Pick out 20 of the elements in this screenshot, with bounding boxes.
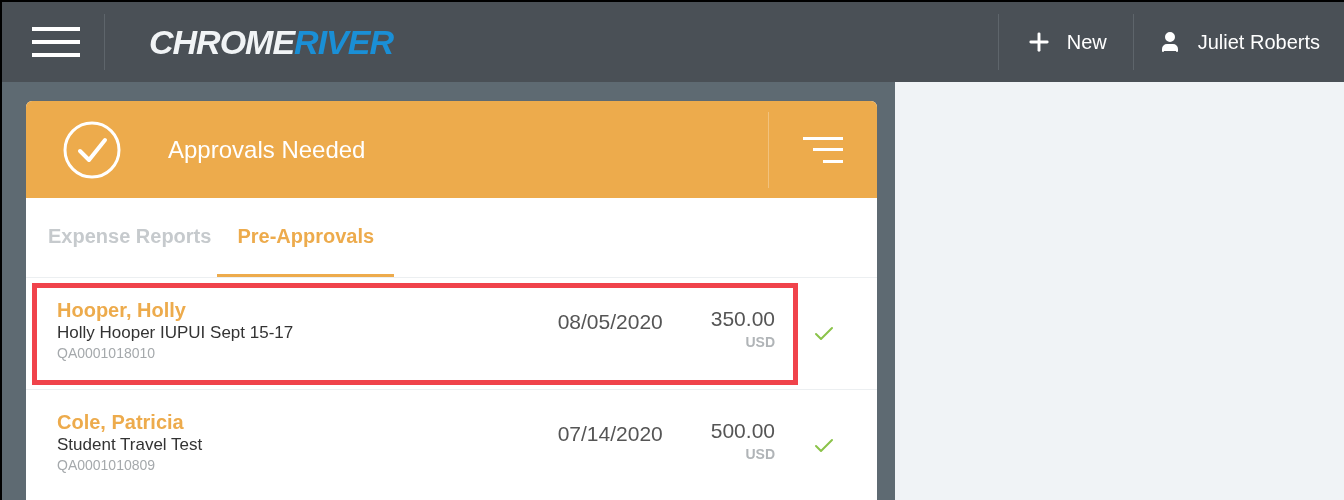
report-description: Student Travel Test: [57, 433, 204, 456]
currency: USD: [745, 444, 775, 464]
menu-icon[interactable]: [32, 24, 80, 60]
panel-title: Approvals Needed: [168, 134, 366, 165]
approval-row[interactable]: Hooper, Holly Holly Hooper IUPUI Sept 15-17 QA0001018010 08/05/2020 350.00 USD: [32, 282, 798, 385]
amount: 500.00: [710, 417, 775, 444]
logo: CHROMERIVER: [149, 25, 394, 59]
new-button[interactable]: New: [998, 27, 1133, 57]
amount: 350.00: [710, 305, 775, 332]
report-id: QA0001010809: [57, 455, 157, 474]
user-menu[interactable]: Juliet Roberts: [1133, 27, 1344, 57]
report-date: 08/05/2020: [557, 308, 663, 335]
employee-name: Hooper, Holly: [57, 297, 187, 322]
report-description: Holly Hooper IUPUI Sept 15-17: [57, 321, 295, 344]
currency: USD: [745, 332, 775, 352]
report-id: QA0001018010: [57, 343, 157, 362]
employee-name: Cole, Patricia: [57, 409, 185, 434]
approval-row[interactable]: Cole, Patricia Student Travel Test QA0001010809 07/14/2020 500.00 USD: [32, 394, 798, 497]
check-circle-icon: [62, 119, 122, 180]
report-date: 07/14/2020: [557, 420, 663, 447]
